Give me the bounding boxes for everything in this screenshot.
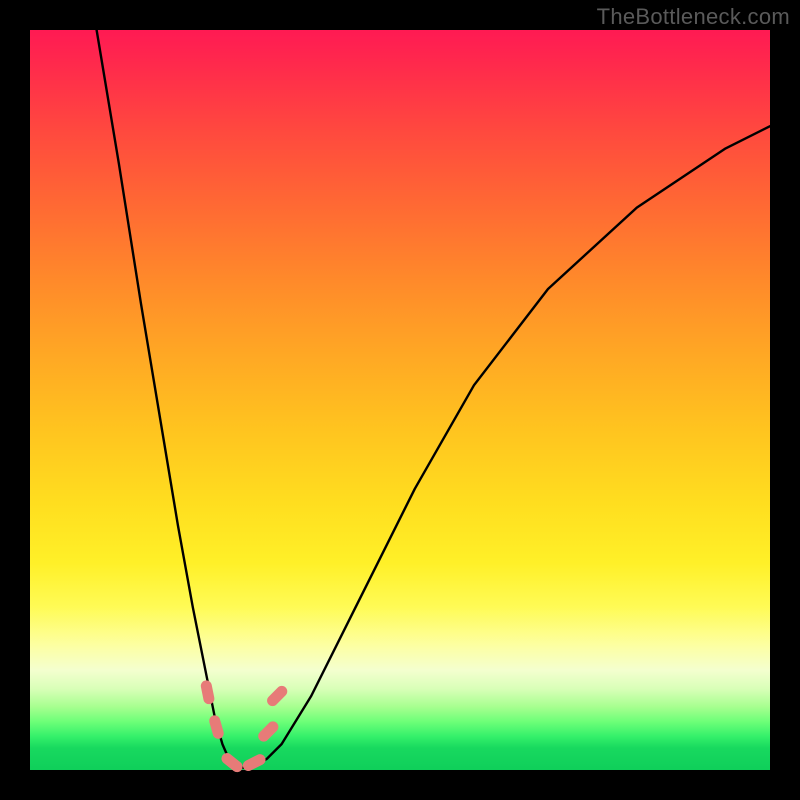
- marker-bottom-left: [219, 751, 245, 775]
- marker-left-lower: [208, 714, 225, 740]
- chart-svg: [30, 30, 770, 770]
- plot-area: [30, 30, 770, 770]
- marker-right-lower: [256, 719, 281, 744]
- marker-bottom-right: [241, 752, 267, 773]
- bottleneck-curve: [97, 30, 770, 768]
- marker-left-upper: [200, 679, 215, 705]
- marker-right-upper: [265, 684, 290, 709]
- watermark-text: TheBottleneck.com: [597, 4, 790, 30]
- chart-frame: TheBottleneck.com: [0, 0, 800, 800]
- markers-group: [200, 679, 290, 774]
